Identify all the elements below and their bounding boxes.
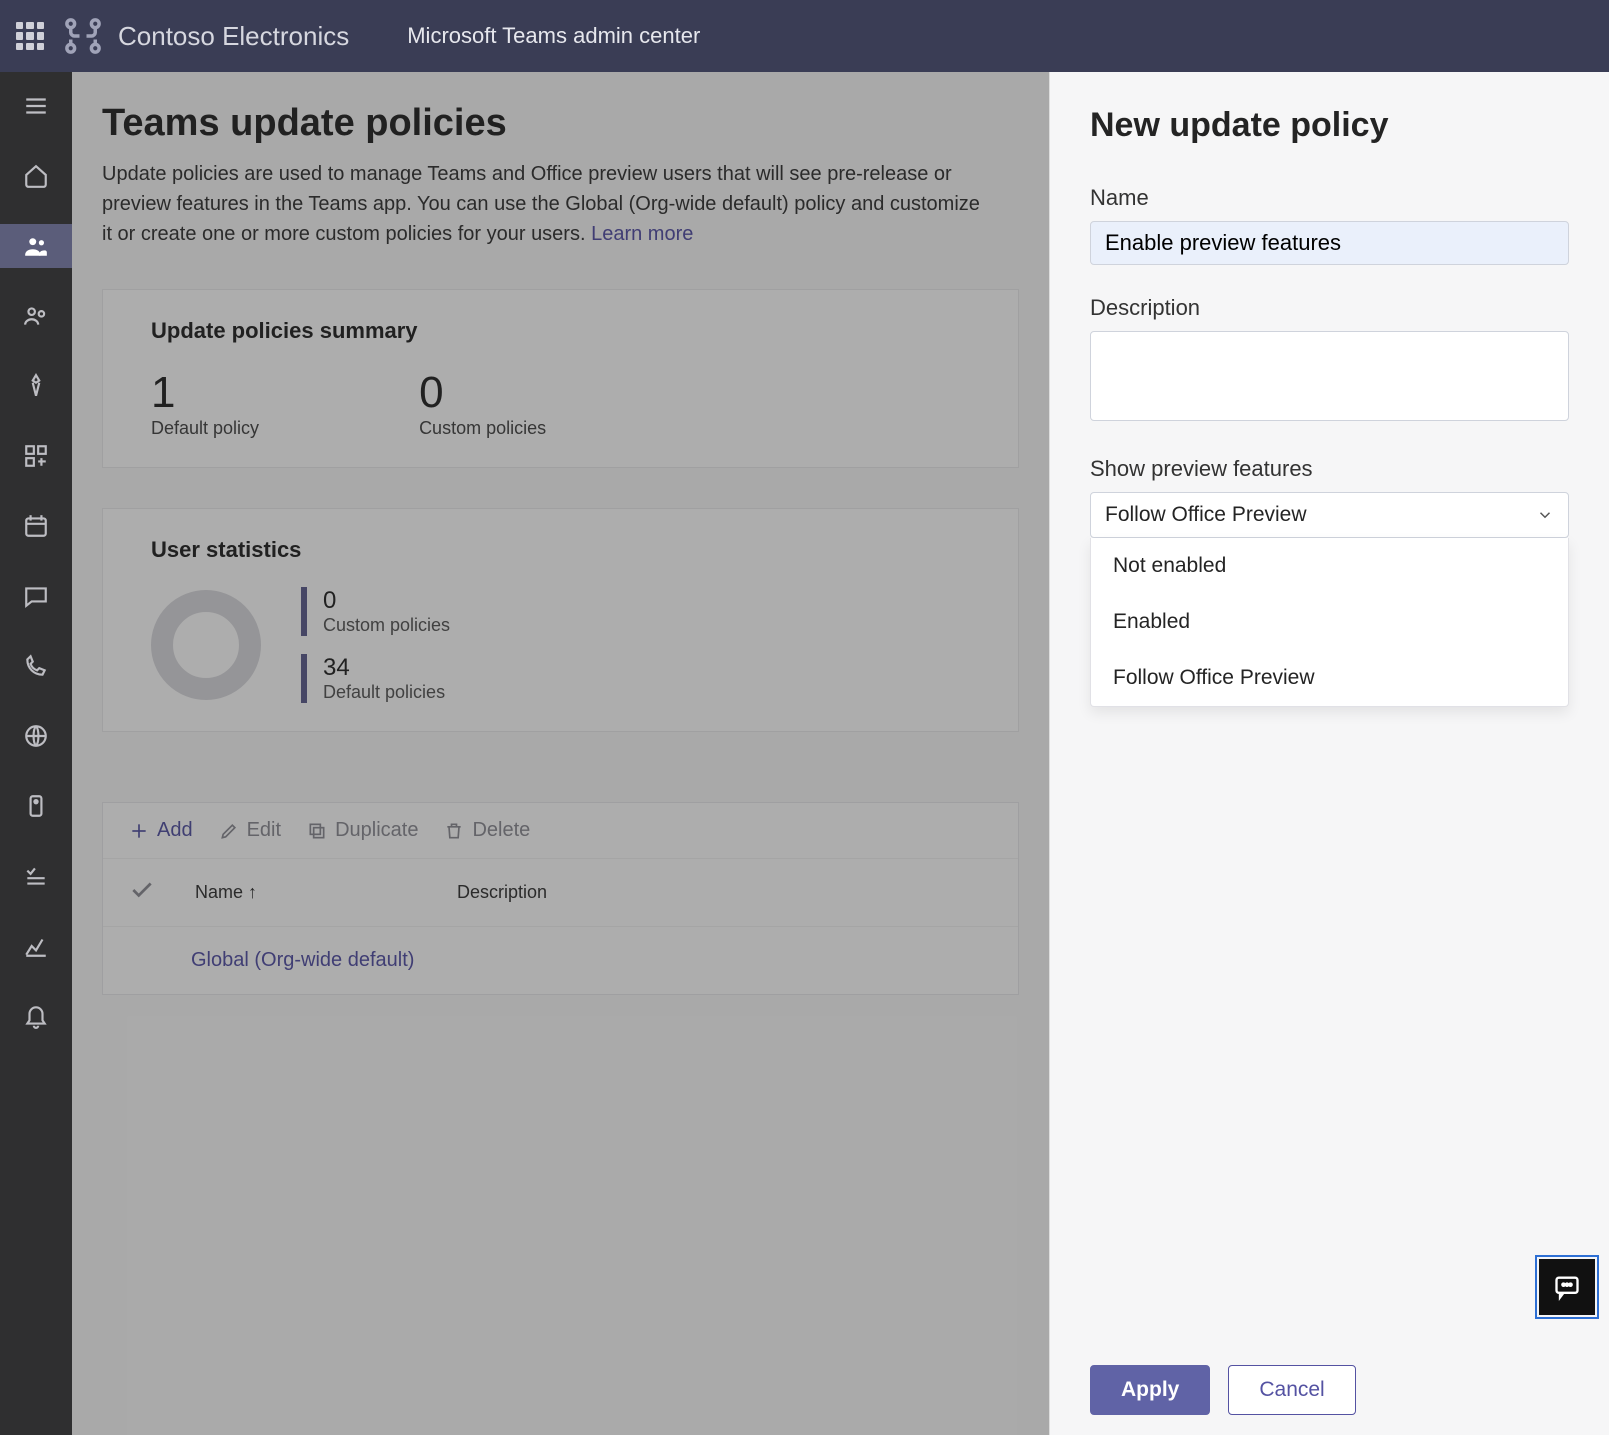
nav-users[interactable] [0, 294, 72, 338]
preview-option-enabled[interactable]: Enabled [1091, 594, 1568, 650]
nav-notifications[interactable] [0, 994, 72, 1038]
modal-scrim[interactable] [72, 72, 1049, 1435]
preview-dropdown: Not enabled Enabled Follow Office Previe… [1090, 538, 1569, 707]
left-nav [0, 72, 72, 1435]
top-header: Contoso Electronics Microsoft Teams admi… [0, 0, 1609, 72]
brand: Contoso Electronics [62, 15, 349, 57]
description-label: Description [1090, 295, 1569, 321]
nav-locations[interactable] [0, 714, 72, 758]
name-input[interactable] [1090, 221, 1569, 265]
preview-selected-value: Follow Office Preview [1105, 503, 1307, 527]
nav-meetings[interactable] [0, 504, 72, 548]
chevron-down-icon [1536, 506, 1554, 524]
nav-planning[interactable] [0, 854, 72, 898]
nav-home[interactable] [0, 154, 72, 198]
brand-name: Contoso Electronics [118, 21, 349, 52]
preview-option-not-enabled[interactable]: Not enabled [1091, 538, 1568, 594]
preview-option-follow-office[interactable]: Follow Office Preview [1091, 650, 1568, 706]
nav-voice[interactable] [0, 644, 72, 688]
main-content: Teams update policies Update policies ar… [72, 72, 1049, 1435]
nav-menu-toggle[interactable] [0, 84, 72, 128]
nav-teams[interactable] [0, 224, 72, 268]
feedback-icon [1553, 1273, 1581, 1301]
nav-apps[interactable] [0, 434, 72, 478]
panel-actions: Apply Cancel [1090, 1345, 1569, 1415]
app-launcher-icon[interactable] [16, 22, 44, 50]
apply-button[interactable]: Apply [1090, 1365, 1210, 1415]
description-input[interactable] [1090, 331, 1569, 421]
nav-messaging[interactable] [0, 574, 72, 618]
brand-logo-icon [62, 15, 104, 57]
new-policy-panel: New update policy Name Description Show … [1049, 72, 1609, 1435]
app-title: Microsoft Teams admin center [407, 23, 700, 49]
nav-devices[interactable] [0, 364, 72, 408]
cancel-button[interactable]: Cancel [1228, 1365, 1355, 1415]
preview-label: Show preview features [1090, 456, 1569, 482]
feedback-button[interactable] [1539, 1259, 1595, 1315]
panel-title: New update policy [1090, 106, 1569, 145]
name-label: Name [1090, 185, 1569, 211]
preview-select[interactable]: Follow Office Preview [1090, 492, 1569, 538]
nav-analytics[interactable] [0, 924, 72, 968]
nav-policy-packages[interactable] [0, 784, 72, 828]
